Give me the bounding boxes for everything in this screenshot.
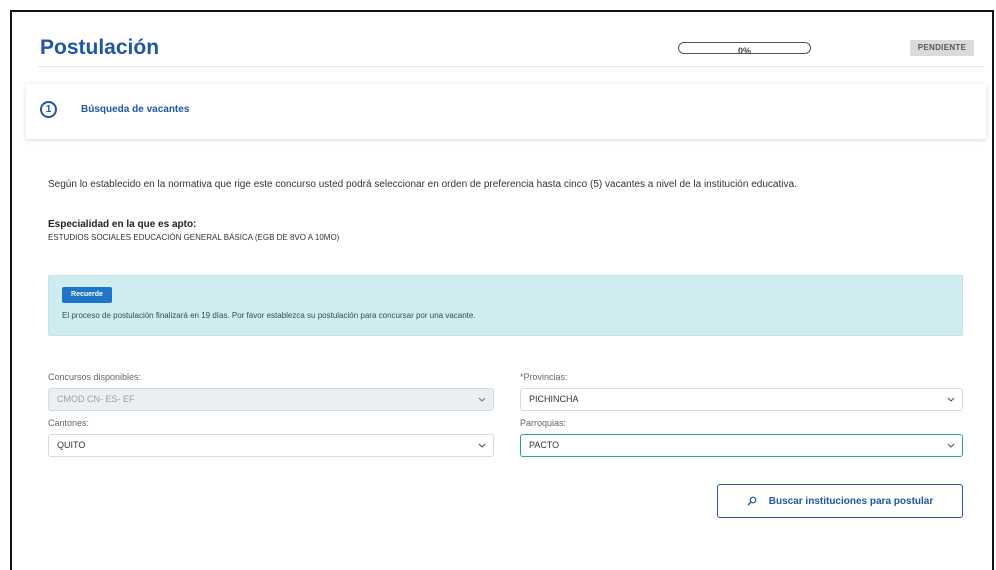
step-card: 1 Búsqueda de vacantes (26, 84, 986, 139)
chevron-down-icon (946, 389, 955, 410)
intro-text: Según lo establecido en la normativa que… (48, 179, 797, 190)
reminder-alert: Recuerde El proceso de postulación final… (48, 275, 963, 336)
header-divider (38, 66, 985, 67)
progress-text: 0% (737, 46, 751, 54)
chevron-down-icon (946, 435, 955, 456)
chevron-down-icon (477, 389, 486, 410)
cantones-select[interactable]: QUITO (48, 434, 494, 457)
search-button-label: Buscar instituciones para postular (768, 495, 934, 507)
parroquias-select[interactable]: PACTO (520, 434, 963, 457)
reminder-badge: Recuerde (62, 287, 112, 303)
specialty-value: ESTUDIOS SOCIALES EDUCACIÓN GENERAL BÁSI… (48, 233, 340, 242)
step-title: Búsqueda de vacantes (81, 104, 190, 115)
chevron-down-icon (477, 435, 486, 456)
provincias-label: *Provincias: (520, 372, 568, 382)
provincias-select[interactable]: PICHINCHA (520, 388, 963, 411)
search-institutions-button[interactable]: Buscar instituciones para postular (717, 484, 963, 518)
concursos-value: CMOD CN- ES- EF (57, 394, 135, 404)
concursos-label: Concursos disponibles: (48, 372, 142, 382)
step-number: 1 (40, 101, 57, 118)
cantones-label: Cantones: (48, 418, 90, 428)
search-icon (747, 496, 757, 506)
progress-bar: 0% (678, 42, 811, 54)
cantones-value: QUITO (57, 440, 86, 450)
page-title: Postulación (40, 36, 160, 59)
parroquias-label: Parroquias: (520, 418, 567, 428)
provincias-value: PICHINCHA (529, 394, 579, 404)
specialty-label: Especialidad en la que es apto: (48, 219, 197, 230)
parroquias-value: PACTO (529, 440, 560, 450)
concursos-select: CMOD CN- ES- EF (48, 388, 494, 411)
reminder-text: El proceso de postulación finalizará en … (62, 311, 476, 320)
status-badge: PENDIENTE (910, 40, 974, 56)
